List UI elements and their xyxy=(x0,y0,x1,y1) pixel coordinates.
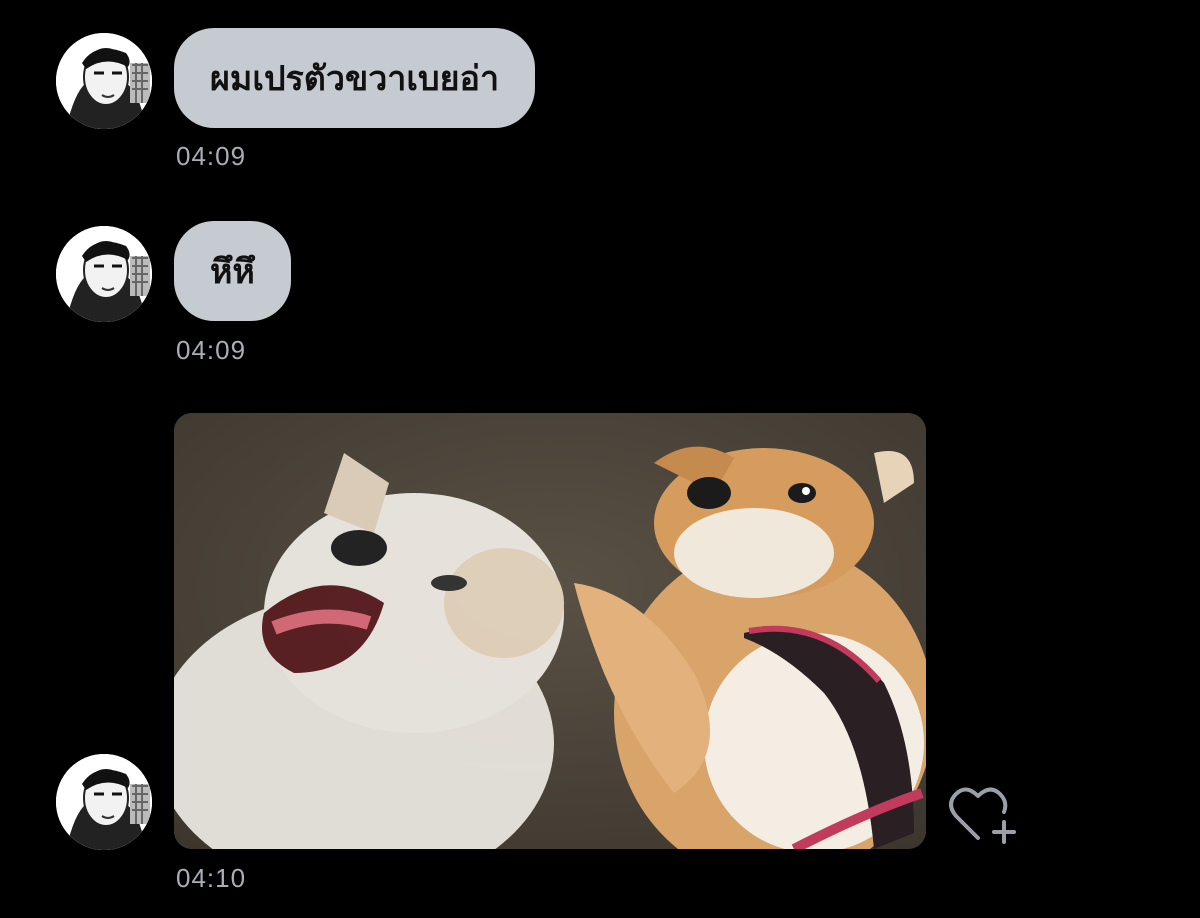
chat-thread: ผมเปรตัวขวาเบยอ่า 04:09 หึหึ 04:09 04:10 xyxy=(0,0,1200,918)
message-bubble[interactable]: ผมเปรตัวขวาเบยอ่า xyxy=(174,28,536,128)
image-message[interactable] xyxy=(174,413,926,849)
heart-plus-icon[interactable] xyxy=(948,784,1020,846)
avatar[interactable] xyxy=(56,226,152,322)
avatar[interactable] xyxy=(56,754,152,850)
message-timestamp: 04:09 xyxy=(176,335,247,365)
message-text: ผมเปรตัวขวาเบยอ่า xyxy=(210,59,500,99)
message-text: หึหึ xyxy=(210,252,255,292)
message-timestamp: 04:10 xyxy=(176,863,247,893)
message-bubble[interactable]: หึหึ xyxy=(174,221,291,321)
message-timestamp: 04:09 xyxy=(176,141,247,171)
avatar[interactable] xyxy=(56,33,152,129)
